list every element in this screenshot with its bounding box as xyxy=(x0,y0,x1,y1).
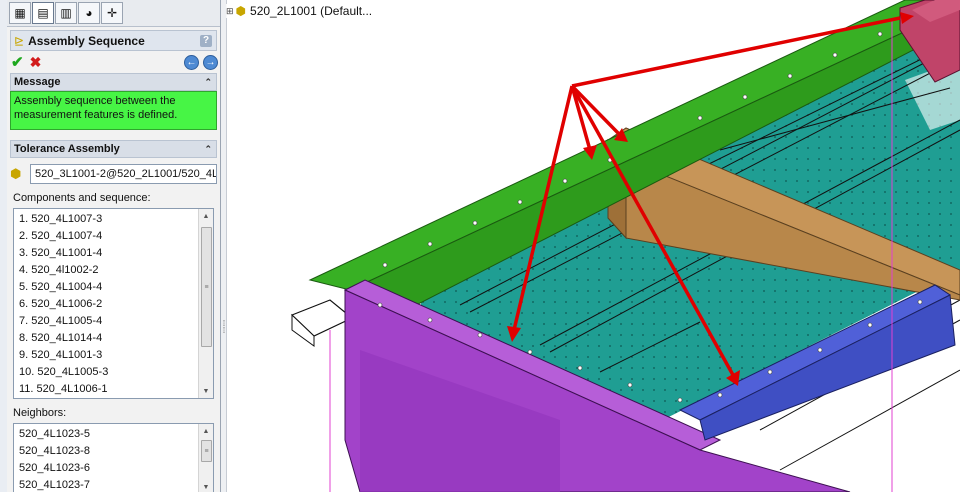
scroll-thumb[interactable]: ≡ xyxy=(201,440,212,462)
feature-manager-icon[interactable]: ▦ xyxy=(9,2,31,24)
list-item[interactable]: 520_4L1023-6 xyxy=(19,460,213,477)
neighbors-listbox[interactable]: 520_4L1023-5 520_4L1023-8 520_4L1023-6 5… xyxy=(13,423,214,492)
back-arrow-icon[interactable]: ← xyxy=(184,55,199,70)
property-manager-panel: ▦ ▤ ▥ ◕ ✛ ⊵ Assembly Sequence ? ✔ ✖ ← → … xyxy=(7,0,221,492)
list-item[interactable]: 2. 520_4L1007-4 xyxy=(19,228,213,245)
list-item[interactable]: 7. 520_4L1005-4 xyxy=(19,313,213,330)
page-title: Assembly Sequence xyxy=(28,33,145,48)
list-item[interactable]: 520_4L1023-7 xyxy=(19,477,213,492)
ok-check-icon[interactable]: ✔ xyxy=(11,53,24,71)
assembly-sequence-icon: ⊵ xyxy=(14,33,25,48)
collapse-chevron-icon[interactable]: ⌃ xyxy=(204,77,212,88)
list-item[interactable]: 5. 520_4L1004-4 xyxy=(19,279,213,296)
components-scrollbar[interactable]: ▲ ≡ ▼ xyxy=(198,209,213,398)
list-item[interactable]: 4. 520_4l1002-2 xyxy=(19,262,213,279)
components-listbox[interactable]: 1. 520_4L1007-3 2. 520_4L1007-4 3. 520_4… xyxy=(13,208,214,399)
neighbors-label: Neighbors: xyxy=(13,407,67,419)
dimxpert-icon[interactable]: ✛ xyxy=(101,2,123,24)
tolerance-group-header[interactable]: Tolerance Assembly ⌃ xyxy=(10,140,217,158)
list-item[interactable]: 8. 520_4L1014-4 xyxy=(19,330,213,347)
tree-root-label: 520_2L1001 (Default... xyxy=(250,4,373,18)
pm-titlebar: ⊵ Assembly Sequence ? xyxy=(10,30,217,51)
assembly-icon: ⬢ xyxy=(235,4,247,18)
list-item[interactable]: 520_4L1023-8 xyxy=(19,443,213,460)
list-item[interactable]: 11. 520_4L1006-1 xyxy=(19,381,213,398)
help-button[interactable]: ? xyxy=(200,34,212,47)
list-item[interactable]: 520_4L1023-5 xyxy=(19,426,213,443)
forward-arrow-icon[interactable]: → xyxy=(203,55,218,70)
list-item[interactable]: 3. 520_4L1001-4 xyxy=(19,245,213,262)
components-label: Components and sequence: xyxy=(13,192,151,204)
expand-plus-icon[interactable]: ⊞ xyxy=(226,6,234,17)
collapse-chevron-icon[interactable]: ⌃ xyxy=(204,144,212,155)
configuration-manager-icon[interactable]: ▥ xyxy=(55,2,77,24)
scroll-up-icon[interactable]: ▲ xyxy=(199,209,213,223)
message-text-line-2: measurement features is defined. xyxy=(14,109,178,121)
tolerance-assembly-field[interactable]: 520_3L1001-2@520_2L1001/520_4L xyxy=(30,164,217,184)
assembly-component-icon: ⬢ xyxy=(10,166,22,181)
neighbors-scrollbar[interactable]: ▲ ≡ ▼ xyxy=(198,424,213,492)
message-box: Assembly sequence between the measuremen… xyxy=(10,91,217,130)
tolerance-assembly-row: ⬢ 520_3L1001-2@520_2L1001/520_4L xyxy=(10,164,217,184)
scroll-up-icon[interactable]: ▲ xyxy=(199,424,213,438)
feature-tree-root[interactable]: ⊞ ⬢ 520_2L1001 (Default... xyxy=(226,4,376,18)
scroll-down-icon[interactable]: ▼ xyxy=(199,384,213,398)
message-group-header[interactable]: Message ⌃ xyxy=(10,73,217,91)
list-item[interactable]: 9. 520_4L1001-3 xyxy=(19,347,213,364)
assembly-model-view xyxy=(290,0,960,492)
list-item[interactable]: 10. 520_4L1005-3 xyxy=(19,364,213,381)
neighbors-list: 520_4L1023-5 520_4L1023-8 520_4L1023-6 5… xyxy=(14,424,213,492)
scroll-down-icon[interactable]: ▼ xyxy=(199,480,213,492)
property-manager-icon[interactable]: ▤ xyxy=(32,2,54,24)
action-row: ✔ ✖ ← → xyxy=(7,51,220,73)
cancel-x-icon[interactable]: ✖ xyxy=(30,54,42,71)
list-item[interactable]: 1. 520_4L1007-3 xyxy=(19,211,213,228)
manager-tab-bar: ▦ ▤ ▥ ◕ ✛ xyxy=(7,0,220,27)
scroll-thumb[interactable]: ≡ xyxy=(201,227,212,347)
components-list: 1. 520_4L1007-3 2. 520_4L1007-4 3. 520_4… xyxy=(14,209,213,398)
list-item[interactable]: 6. 520_4L1006-2 xyxy=(19,296,213,313)
graphics-viewport[interactable] xyxy=(226,0,960,492)
message-text-line-1: Assembly sequence between the xyxy=(14,95,176,107)
display-manager-icon[interactable]: ◕ xyxy=(78,2,100,24)
